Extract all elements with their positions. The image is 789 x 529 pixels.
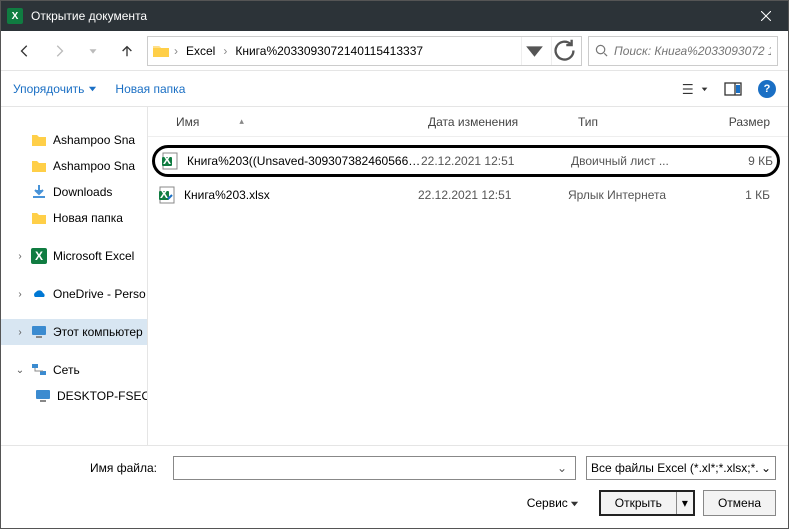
- cancel-button[interactable]: Отмена: [703, 490, 776, 516]
- sidebar-item-label: OneDrive - Perso: [53, 287, 146, 301]
- file-date: 22.12.2021 12:51: [418, 188, 568, 202]
- sidebar-item-label: Этот компьютер: [53, 325, 143, 339]
- sidebar-item-label: Downloads: [53, 185, 112, 199]
- xlsx-file-icon: X: [158, 186, 176, 204]
- file-size: 9 КБ: [701, 154, 773, 168]
- chevron-down-icon: ⌄: [761, 461, 771, 475]
- window-title: Открытие документа: [31, 9, 743, 23]
- nav-row: › Excel › Книга%2033093072140115413337: [1, 31, 788, 71]
- folder-icon: [152, 44, 170, 58]
- chevron-right-icon: ›: [174, 44, 178, 58]
- expand-icon[interactable]: ›: [15, 327, 25, 338]
- sidebar-item-label: DESKTOP-FSEO: [57, 389, 147, 403]
- tools-menu[interactable]: Сервис: [527, 496, 579, 510]
- sidebar-item-desktop-fseo[interactable]: DESKTOP-FSEO: [1, 383, 147, 409]
- sidebar-item-ashampoo-2[interactable]: Ashampoo Sna: [1, 153, 147, 179]
- filename-dropdown[interactable]: ⌄: [553, 461, 571, 475]
- svg-text:X: X: [160, 187, 168, 201]
- preview-pane-button[interactable]: [720, 78, 746, 100]
- view-mode-button[interactable]: [682, 78, 708, 100]
- sidebar-item-onedrive[interactable]: › OneDrive - Perso: [1, 281, 147, 307]
- forward-button[interactable]: [45, 37, 73, 65]
- filename-label: Имя файла:: [13, 461, 163, 475]
- sidebar-item-label: Ashampoo Sna: [53, 159, 135, 173]
- up-button[interactable]: [113, 37, 141, 65]
- close-button[interactable]: [743, 1, 788, 31]
- search-icon: [595, 44, 608, 57]
- onedrive-icon: [31, 286, 47, 302]
- titlebar: X Открытие документа: [1, 1, 788, 31]
- sidebar-item-label: Ashampoo Sna: [53, 133, 135, 147]
- file-name: Книга%203((Unsaved-3093073824605660...: [187, 154, 421, 168]
- pc-icon: [35, 388, 51, 404]
- breadcrumb-excel[interactable]: Excel: [182, 44, 219, 58]
- column-type[interactable]: Тип: [578, 115, 708, 129]
- expand-icon[interactable]: ›: [15, 251, 25, 262]
- sidebar-item-label: Сеть: [53, 363, 80, 377]
- folder-icon: [31, 158, 47, 174]
- collapse-icon[interactable]: ⌄: [15, 365, 25, 376]
- new-folder-button[interactable]: Новая папка: [115, 82, 185, 96]
- refresh-button[interactable]: [551, 37, 577, 65]
- sidebar-item-label: Новая папка: [53, 211, 123, 225]
- sidebar-item-newfolder[interactable]: Новая папка: [1, 205, 147, 231]
- network-icon: [31, 362, 47, 378]
- file-size: 1 КБ: [698, 188, 770, 202]
- file-row[interactable]: X Книга%203.xlsx 22.12.2021 12:51 Ярлык …: [148, 179, 788, 211]
- sidebar-item-this-pc[interactable]: › Этот компьютер: [1, 319, 147, 345]
- back-button[interactable]: [11, 37, 39, 65]
- sidebar-item-downloads[interactable]: Downloads: [1, 179, 147, 205]
- xlsb-file-icon: X: [161, 152, 179, 170]
- sidebar-item-ashampoo-1[interactable]: Ashampoo Sna: [1, 127, 147, 153]
- search-input[interactable]: [614, 44, 771, 58]
- recent-dropdown[interactable]: [79, 37, 107, 65]
- sidebar: Ashampoo Sna Ashampoo Sna Downloads Нова…: [1, 107, 148, 445]
- pc-icon: [31, 324, 47, 340]
- address-bar[interactable]: › Excel › Книга%2033093072140115413337: [147, 36, 582, 66]
- chevron-right-icon: ›: [223, 44, 227, 58]
- filter-label: Все файлы Excel (*.xl*;*.xlsx;*.: [591, 461, 761, 475]
- file-name: Книга%203.xlsx: [184, 188, 418, 202]
- open-dropdown[interactable]: ▾: [677, 496, 693, 510]
- file-date: 22.12.2021 12:51: [421, 154, 571, 168]
- address-dropdown[interactable]: [521, 37, 547, 65]
- folder-icon: [31, 210, 47, 226]
- column-headers: Имя▴ Дата изменения Тип Размер: [148, 107, 788, 137]
- column-name[interactable]: Имя▴: [176, 115, 428, 129]
- file-type: Двоичный лист ...: [571, 154, 701, 168]
- file-type-filter[interactable]: Все файлы Excel (*.xl*;*.xlsx;*. ⌄: [586, 456, 776, 480]
- search-box[interactable]: [588, 36, 778, 66]
- sidebar-item-label: Microsoft Excel: [53, 249, 134, 263]
- sidebar-item-excel[interactable]: › X Microsoft Excel: [1, 243, 147, 269]
- expand-icon[interactable]: ›: [15, 289, 25, 300]
- filename-input[interactable]: [178, 461, 553, 475]
- column-date[interactable]: Дата изменения: [428, 115, 578, 129]
- file-type: Ярлык Интернета: [568, 188, 698, 202]
- breadcrumb-folder[interactable]: Книга%2033093072140115413337: [231, 44, 427, 58]
- folder-icon: [31, 132, 47, 148]
- filename-input-wrap[interactable]: ⌄: [173, 456, 576, 480]
- open-button-label: Открыть: [601, 492, 677, 514]
- open-button[interactable]: Открыть ▾: [599, 490, 695, 516]
- file-list: X Книга%203((Unsaved-3093073824605660...…: [148, 137, 788, 445]
- help-button[interactable]: ?: [758, 80, 776, 98]
- svg-text:X: X: [35, 249, 43, 263]
- excel-icon: X: [31, 248, 47, 264]
- sort-asc-icon: ▴: [239, 116, 244, 127]
- downloads-icon: [31, 184, 47, 200]
- svg-text:X: X: [163, 153, 171, 167]
- file-pane: Имя▴ Дата изменения Тип Размер X Книга%2…: [148, 107, 788, 445]
- column-size[interactable]: Размер: [708, 115, 788, 129]
- bottom-bar: Имя файла: ⌄ Все файлы Excel (*.xl*;*.xl…: [1, 445, 788, 528]
- toolbar: Упорядочить Новая папка ?: [1, 71, 788, 107]
- file-row[interactable]: X Книга%203((Unsaved-3093073824605660...…: [152, 145, 780, 177]
- organize-menu[interactable]: Упорядочить: [13, 82, 97, 96]
- sidebar-item-network[interactable]: ⌄ Сеть: [1, 357, 147, 383]
- excel-app-icon: X: [7, 8, 23, 24]
